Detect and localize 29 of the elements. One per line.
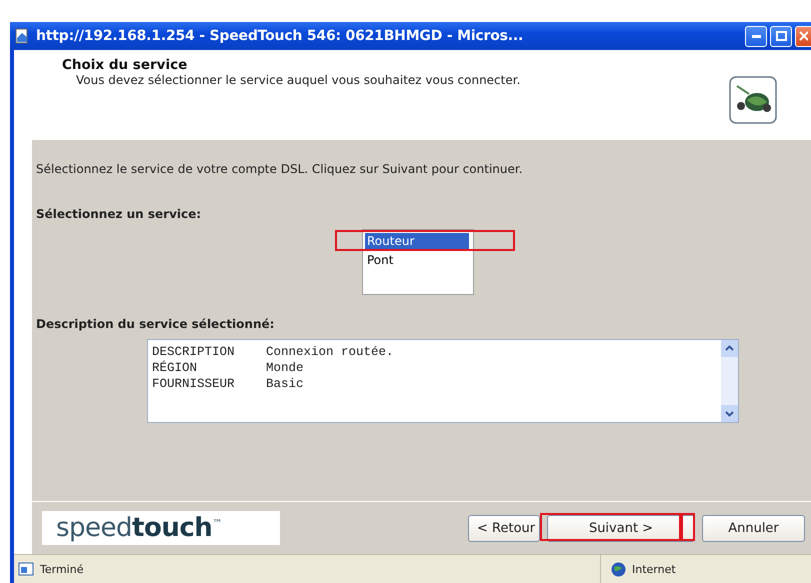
speedtouch-logo: speedtouch$^{™}$ <box>42 511 280 545</box>
ie-page-icon <box>14 28 30 44</box>
page-icon <box>18 562 34 576</box>
close-button[interactable] <box>795 26 811 46</box>
window-title: http://192.168.1.254 - SpeedTouch 546: 0621BHMGD - Micros... <box>36 28 524 44</box>
page-subtitle: Vous devez sélectionner le service auquel vous souhaitez vous connecter. <box>75 73 522 87</box>
instruction-text: Sélectionnez le service de votre compte DSL. Cliquez sur Suivant pour continuer. <box>36 162 524 176</box>
globe-icon <box>611 562 626 576</box>
field-name: FOURNISSEUR <box>152 376 236 392</box>
list-option[interactable]: Routeur <box>365 233 469 249</box>
field-value: Monde <box>266 360 305 376</box>
description-label: Description du service sélectionné: <box>36 317 276 331</box>
minimize-icon <box>752 34 760 38</box>
close-icon <box>799 31 808 41</box>
zone-text: Internet <box>632 562 676 576</box>
back-button[interactable]: < Retour <box>468 514 540 542</box>
maximize-button[interactable] <box>770 26 792 46</box>
status-text: Terminé <box>40 562 84 576</box>
list-option[interactable]: Pont <box>365 252 469 268</box>
service-listbox[interactable]: Routeur Pont <box>362 229 474 295</box>
field-value: Basic <box>266 376 305 392</box>
field-name: DESCRIPTION <box>152 344 236 360</box>
field-value: Connexion routée. <box>266 344 395 360</box>
minimize-button[interactable] <box>745 26 767 46</box>
service-label: Sélectionnez un service: <box>36 207 202 221</box>
field-name: RÉGION <box>152 360 198 376</box>
cancel-button[interactable]: Annuler <box>702 514 805 542</box>
maximize-icon <box>776 31 786 41</box>
page-title: Choix du service <box>62 57 188 73</box>
